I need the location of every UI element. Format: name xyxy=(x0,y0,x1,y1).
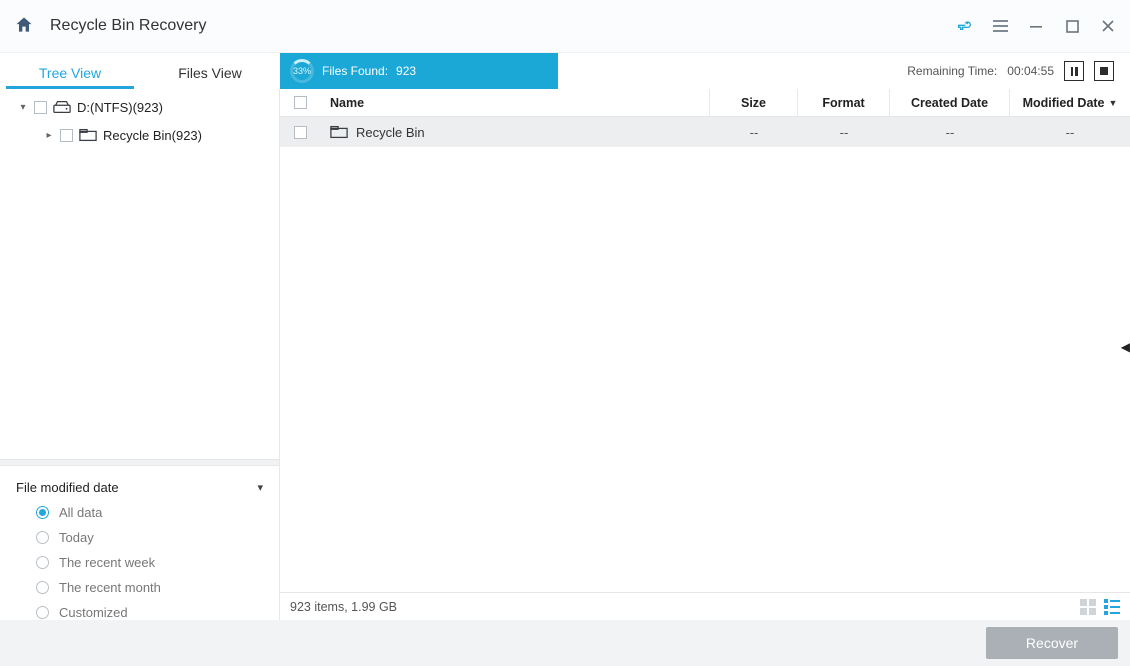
table-body: Recycle Bin -- -- -- -- xyxy=(280,117,1130,592)
row-created: -- xyxy=(890,125,1010,140)
sidebar: ▾ D:(NTFS)(923) ▸ Recycle Bin(923) File … xyxy=(0,89,280,620)
radio-icon xyxy=(36,556,49,569)
checkbox[interactable] xyxy=(294,96,307,109)
tab-tree-view[interactable]: Tree View xyxy=(0,56,140,89)
files-found-count: 923 xyxy=(396,64,416,78)
minimize-button[interactable] xyxy=(1028,18,1044,34)
status-summary: 923 items, 1.99 GB xyxy=(290,600,397,614)
column-format[interactable]: Format xyxy=(798,89,890,116)
titlebar: Recycle Bin Recovery xyxy=(0,0,1130,53)
stop-button[interactable] xyxy=(1094,61,1114,81)
filter-option-label: Today xyxy=(59,530,94,545)
checkbox[interactable] xyxy=(60,129,73,142)
files-found-label: Files Found: xyxy=(322,64,388,78)
toolbar-row: Tree View Files View 33% Files Found: 92… xyxy=(0,53,1130,89)
row-format: -- xyxy=(798,125,890,140)
column-name[interactable]: Name xyxy=(320,89,710,116)
filter-panel: File modified date ▾ All data Today The … xyxy=(0,466,279,620)
statusbar: 923 items, 1.99 GB xyxy=(280,592,1130,620)
row-modified: -- xyxy=(1010,125,1130,140)
filter-option-label: The recent week xyxy=(59,555,155,570)
list-view-icon[interactable] xyxy=(1104,599,1120,615)
folder-icon xyxy=(330,125,348,139)
tab-files-view[interactable]: Files View xyxy=(140,56,280,89)
column-size[interactable]: Size xyxy=(710,89,798,116)
footer: Recover xyxy=(0,620,1130,666)
filter-header[interactable]: File modified date ▾ xyxy=(16,474,263,503)
maximize-button[interactable] xyxy=(1064,18,1080,34)
row-name: Recycle Bin xyxy=(356,125,425,140)
folder-icon xyxy=(79,128,97,142)
radio-icon xyxy=(36,606,49,619)
filter-option-week[interactable]: The recent week xyxy=(36,555,263,570)
drive-icon xyxy=(53,100,71,114)
spinner-icon: 33% xyxy=(290,59,314,83)
header-checkbox-col xyxy=(280,89,320,116)
close-button[interactable] xyxy=(1100,18,1116,34)
key-icon[interactable] xyxy=(956,18,972,34)
tree-node-drive[interactable]: ▾ D:(NTFS)(923) xyxy=(0,93,279,121)
tree-node-label: D:(NTFS)(923) xyxy=(77,100,163,115)
tree: ▾ D:(NTFS)(923) ▸ Recycle Bin(923) xyxy=(0,89,279,459)
page-title: Recycle Bin Recovery xyxy=(50,17,207,35)
view-tabs: Tree View Files View xyxy=(0,53,280,89)
collapse-panel-icon[interactable]: ◀ xyxy=(1121,340,1130,354)
remaining-time-value: 00:04:55 xyxy=(1007,64,1054,78)
pause-button[interactable] xyxy=(1064,61,1084,81)
column-modified-label: Modified Date xyxy=(1023,96,1105,110)
row-size: -- xyxy=(710,125,798,140)
sidebar-separator xyxy=(0,459,279,466)
remaining-time-label: Remaining Time: xyxy=(907,64,997,78)
tree-node-label: Recycle Bin(923) xyxy=(103,128,202,143)
tree-node-recycle-bin[interactable]: ▸ Recycle Bin(923) xyxy=(0,121,279,149)
progress-percent: 33% xyxy=(293,66,311,76)
checkbox[interactable] xyxy=(34,101,47,114)
radio-icon xyxy=(36,581,49,594)
caret-down-icon[interactable]: ▾ xyxy=(18,102,28,113)
caret-right-icon[interactable]: ▸ xyxy=(44,130,54,141)
scan-progress: 33% Files Found: 923 xyxy=(280,53,558,89)
filter-option-today[interactable]: Today xyxy=(36,530,263,545)
table-header: Name Size Format Created Date Modified D… xyxy=(280,89,1130,117)
filter-option-month[interactable]: The recent month xyxy=(36,580,263,595)
radio-icon xyxy=(36,531,49,544)
radio-icon xyxy=(36,506,49,519)
filter-option-custom[interactable]: Customized xyxy=(36,605,263,620)
filter-option-all[interactable]: All data xyxy=(36,505,263,520)
main-area: ▾ D:(NTFS)(923) ▸ Recycle Bin(923) File … xyxy=(0,89,1130,620)
grid-view-icon[interactable] xyxy=(1080,599,1096,615)
filter-option-label: The recent month xyxy=(59,580,161,595)
file-list-panel: Name Size Format Created Date Modified D… xyxy=(280,89,1130,620)
filter-title: File modified date xyxy=(16,480,119,495)
filter-option-label: All data xyxy=(59,505,102,520)
sort-desc-icon: ▼ xyxy=(1109,98,1118,108)
home-icon[interactable] xyxy=(14,15,34,38)
chevron-down-icon: ▾ xyxy=(257,481,263,494)
checkbox[interactable] xyxy=(294,126,307,139)
column-created-date[interactable]: Created Date xyxy=(890,89,1010,116)
recover-button[interactable]: Recover xyxy=(986,627,1118,659)
menu-icon[interactable] xyxy=(992,18,1008,34)
filter-option-label: Customized xyxy=(59,605,128,620)
table-row[interactable]: Recycle Bin -- -- -- -- xyxy=(280,117,1130,147)
column-modified-date[interactable]: Modified Date ▼ xyxy=(1010,89,1130,116)
